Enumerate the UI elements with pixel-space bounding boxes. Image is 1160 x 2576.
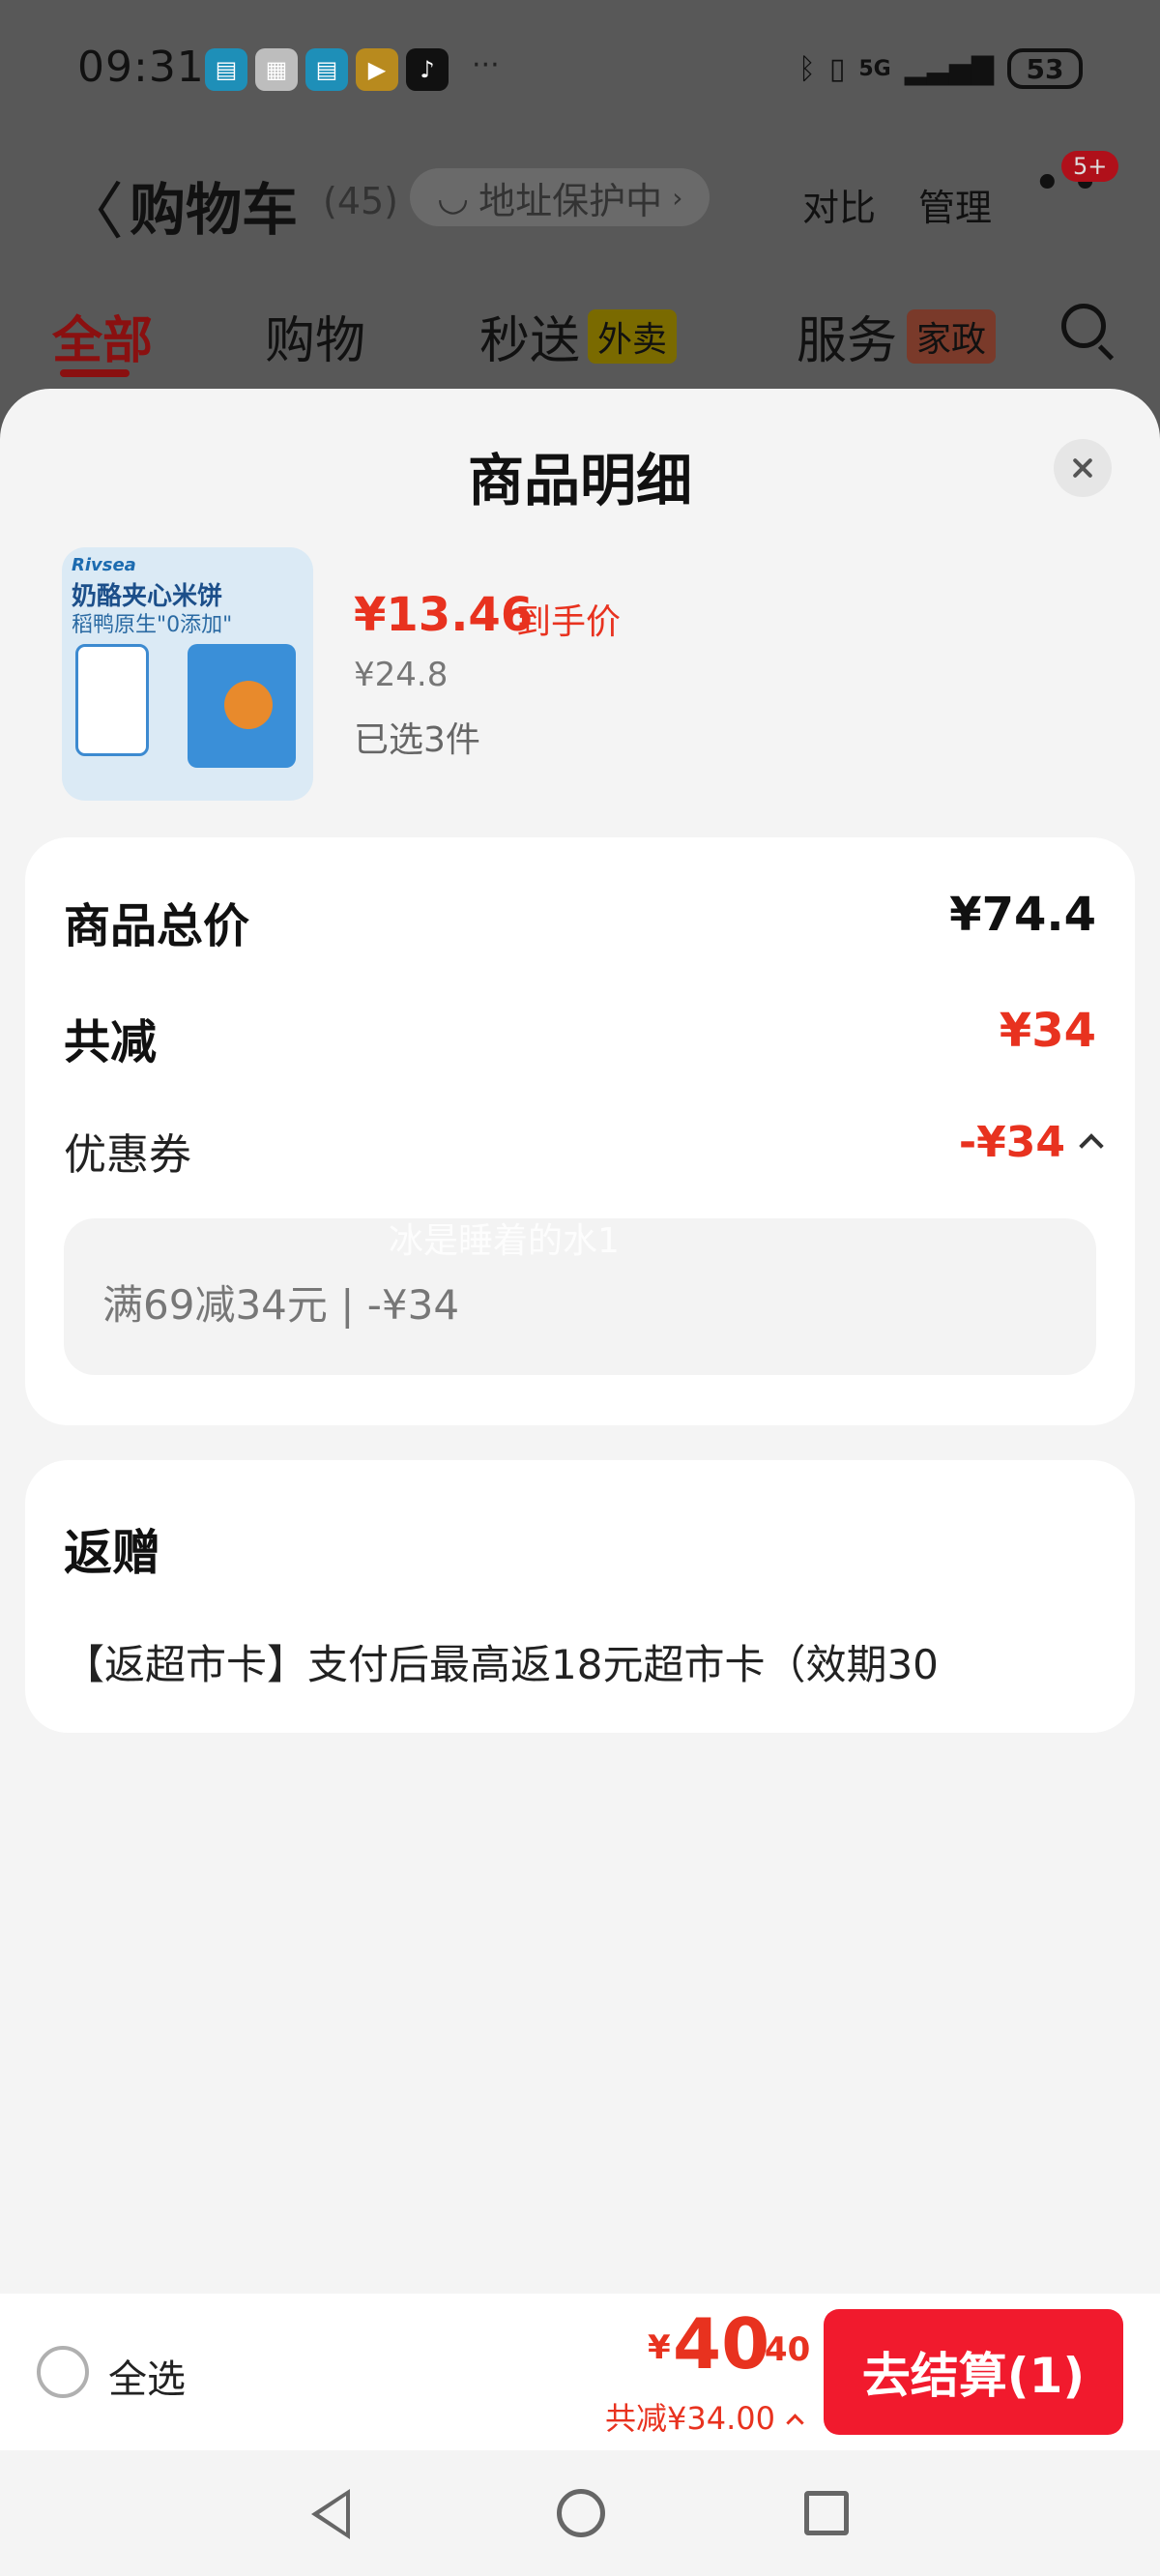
- total-reduce-toggle[interactable]: 共减¥34.00: [605, 2394, 804, 2439]
- address-protect-pill[interactable]: ◡ 地址保护中 ›: [410, 168, 710, 226]
- book-app-icon: ▤: [205, 48, 247, 91]
- cart-nav-bar: 〈 购物车 (45) ◡ 地址保护中 › 对比 管理 • • 5+: [0, 145, 1160, 251]
- tab-underline: [60, 369, 130, 377]
- tab-shopping[interactable]: 购物: [265, 300, 365, 372]
- page-title: 购物车: [130, 177, 299, 243]
- sheet-title: 商品明细: [467, 448, 692, 513]
- notification-badge: 5+: [1061, 151, 1119, 182]
- nav-recents-icon[interactable]: [804, 2491, 849, 2535]
- reader-app-icon: ▤: [305, 48, 348, 91]
- compare-button[interactable]: 对比: [802, 178, 876, 231]
- coupon-detail: 满69减34元 | -¥34: [102, 1281, 460, 1329]
- coupon-value: -¥34: [958, 1118, 1065, 1167]
- tag-housekeeping: 家政: [907, 309, 997, 364]
- gift-card: 返赠 【返超市卡】支付后最高返18元超市卡（效期30: [25, 1460, 1135, 1733]
- more-notifications-icon: ···: [472, 48, 500, 82]
- tab-instant[interactable]: 秒送: [479, 300, 580, 372]
- price-summary-card: 商品总价 ¥74.4 共减 ¥34 优惠券 -¥34 满69减34元 | -¥3…: [25, 837, 1135, 1425]
- product-image-mascot: [224, 681, 273, 729]
- product-image-subtitle: 稻鸭原生"0添加": [72, 613, 233, 637]
- final-price-label: 到手价: [516, 602, 622, 642]
- cart-count: (45): [323, 180, 399, 222]
- coupon-toggle[interactable]: -¥34: [958, 1118, 1104, 1167]
- selected-quantity: 已选3件: [354, 720, 480, 760]
- manage-button[interactable]: 管理: [918, 178, 992, 231]
- video-app-icon: ▶: [356, 48, 398, 91]
- gift-text: 【返超市卡】支付后最高返18元超市卡（效期30: [64, 1641, 939, 1688]
- tab-all[interactable]: 全部: [52, 300, 153, 372]
- signal-bars-icon: ▂▃▅▇: [904, 51, 994, 86]
- tag-takeout: 外卖: [588, 309, 678, 364]
- total-reduce-value: ¥34: [999, 1004, 1096, 1058]
- battery-icon: 53: [1007, 48, 1083, 89]
- product-detail-sheet: 商品明细 Rivsea 奶酪夹心米饼 稻鸭原生"0添加" ¥13.46 到手价 …: [0, 389, 1160, 2576]
- tiktok-app-icon: ♪: [406, 48, 449, 91]
- checkout-bar: 全选 ¥ 40 .40 共减¥34.00 去结算(1): [0, 2294, 1160, 2450]
- product-image: Rivsea 奶酪夹心米饼 稻鸭原生"0添加": [62, 547, 313, 801]
- cart-tabs: 全部 购物 秒送 外卖 服务 家政: [0, 290, 1160, 387]
- signal-icon: 5G: [858, 56, 891, 81]
- product-image-brand: Rivsea: [72, 555, 136, 575]
- total-reduce-label: 共减: [64, 1015, 158, 1069]
- vibrate-icon: ▯: [828, 51, 846, 86]
- chevron-right-icon: ›: [672, 181, 683, 214]
- chevron-up-icon: [1079, 1133, 1104, 1158]
- status-bar: 09:31 ▤ ▦ ▤ ▶ ♪ ··· ᛒ ▯ 5G ▂▃▅▇ 53: [0, 0, 1160, 135]
- total-price-label: 商品总价: [64, 899, 250, 953]
- select-all-label[interactable]: 全选: [108, 2348, 186, 2404]
- nav-home-icon[interactable]: [557, 2489, 605, 2537]
- chevron-up-icon: [786, 2414, 804, 2432]
- select-all-radio[interactable]: [37, 2346, 89, 2398]
- back-icon[interactable]: 〈: [62, 162, 124, 251]
- nav-back-icon[interactable]: [311, 2489, 350, 2539]
- final-price: ¥13.46: [354, 588, 534, 642]
- status-time: 09:31: [77, 43, 205, 92]
- total-currency: ¥: [648, 2328, 671, 2367]
- watermark: 冰是睡着的水1: [389, 1221, 620, 1261]
- total-amount-decimal: .40: [752, 2330, 811, 2369]
- tab-service[interactable]: 服务: [797, 300, 897, 372]
- system-nav-bar: [0, 2450, 1160, 2576]
- gift-title: 返赠: [64, 1525, 160, 1581]
- checkout-button[interactable]: 去结算(1): [824, 2309, 1123, 2435]
- shield-icon: ◡: [437, 176, 470, 219]
- original-price: ¥24.8: [354, 656, 449, 694]
- total-price-value: ¥74.4: [949, 888, 1096, 942]
- status-indicators: ᛒ ▯ 5G ▂▃▅▇ 53: [798, 48, 1083, 89]
- coupon-label: 优惠券: [64, 1130, 191, 1180]
- bluetooth-icon: ᛒ: [798, 51, 816, 86]
- search-icon[interactable]: [1061, 304, 1106, 348]
- total-reduce-text: 共减¥34.00: [605, 2400, 775, 2437]
- address-protect-label: 地址保护中: [478, 179, 663, 222]
- product-image-card: [75, 644, 149, 756]
- calendar-app-icon: ▦: [255, 48, 298, 91]
- close-button[interactable]: [1054, 439, 1112, 497]
- notification-icons: ▤ ▦ ▤ ▶ ♪: [205, 48, 449, 91]
